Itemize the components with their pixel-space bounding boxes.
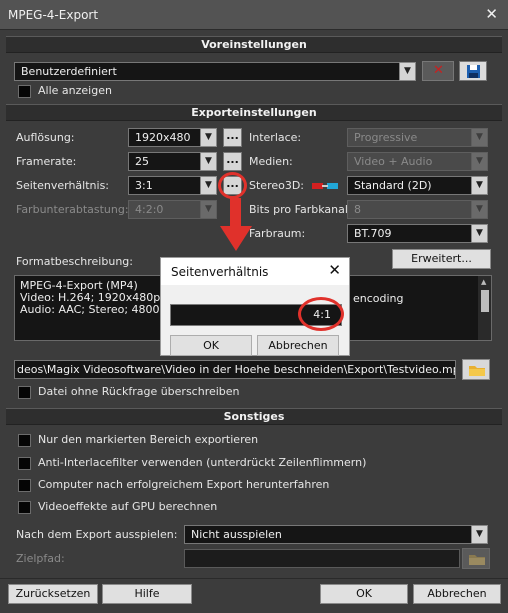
stereo3d-label: Stereo3D: [249,179,305,192]
divider [0,578,508,579]
target-browse-button[interactable] [462,548,490,569]
scrollbar[interactable]: ▲ [478,276,491,340]
annotation-circle [298,297,344,331]
after-export-select[interactable]: Nicht ausspielen [184,525,472,544]
export-selection-checkbox[interactable] [18,434,31,447]
output-path-field[interactable]: deos\Magix Videosoftware\Video in der Ho… [14,360,456,379]
colorspace-label: Farbraum: [249,227,306,240]
chevron-down-icon[interactable]: ▼ [471,200,488,219]
annotation-circle [218,172,247,199]
preset-select[interactable]: Benutzerdefiniert [14,62,400,81]
arrow-down-icon [220,226,252,251]
bitdepth-select[interactable]: 8 [347,200,472,219]
resolution-label: Auflösung: [16,131,75,144]
chevron-down-icon[interactable]: ▼ [471,224,488,243]
chroma-label: Farbunterabtastung: [16,203,129,216]
chevron-down-icon[interactable]: ▼ [200,176,217,195]
interlace-select[interactable]: Progressive [347,128,472,147]
framerate-label: Framerate: [16,155,77,168]
shutdown-checkbox[interactable] [18,479,31,492]
save-icon [467,65,480,78]
framerate-more-button[interactable]: ... [223,152,242,171]
advanced-button[interactable]: Erweitert... [392,249,491,269]
chevron-down-icon[interactable]: ▼ [200,152,217,171]
section-misc: Sonstiges [6,408,502,425]
framerate-select[interactable]: 25 [128,152,201,171]
delete-icon: ✕ [433,63,444,78]
show-all-label: Alle anzeigen [38,84,112,97]
title-bar: MPEG-4-Export ✕ [0,0,508,30]
section-export: Exporteinstellungen [6,104,502,121]
anti-interlace-checkbox[interactable] [18,457,31,470]
scrollbar-thumb[interactable] [481,290,489,312]
media-label: Medien: [249,155,293,168]
stereo3d-select[interactable]: Standard (2D) [347,176,472,195]
target-path-field[interactable] [184,549,460,568]
format-description-label: Formatbeschreibung: [16,255,133,268]
after-export-label: Nach dem Export ausspielen: [16,528,178,541]
dialog-ok-button[interactable]: OK [170,335,252,356]
aspect-label: Seitenverhältnis: [16,179,110,192]
section-presets: Voreinstellungen [6,36,502,53]
save-preset-button[interactable] [459,61,487,81]
chevron-down-icon[interactable]: ▼ [200,200,217,219]
format-line-fragment: encoding [353,292,404,305]
folder-icon [469,555,485,565]
colorspace-select[interactable]: BT.709 [347,224,472,243]
show-all-checkbox[interactable] [18,85,31,98]
reset-button[interactable]: Zurücksetzen [8,584,98,604]
bitdepth-label: Bits pro Farbkanal: [249,203,352,216]
dialog-cancel-button[interactable]: Abbrechen [257,335,339,356]
media-select[interactable]: Video + Audio [347,152,472,171]
dialog-title: Seitenverhältnis [161,258,349,285]
delete-preset-button[interactable]: ✕ [422,61,454,81]
resolution-more-button[interactable]: ... [223,128,242,147]
chevron-down-icon[interactable]: ▼ [471,176,488,195]
close-icon[interactable]: ✕ [485,5,498,23]
window-title: MPEG-4-Export [8,8,99,22]
gpu-effects-label: Videoeffekte auf GPU berechnen [38,500,218,513]
interlace-label: Interlace: [249,131,302,144]
overwrite-checkbox[interactable] [18,386,31,399]
cancel-button[interactable]: Abbrechen [413,584,501,604]
annotation-arrow-shaft [230,198,241,228]
ok-button[interactable]: OK [320,584,408,604]
chevron-down-icon[interactable]: ▼ [399,62,416,81]
browse-button[interactable] [462,359,490,380]
chevron-down-icon[interactable]: ▼ [471,152,488,171]
anti-interlace-label: Anti-Interlacefilter verwenden (unterdrü… [38,456,367,469]
gpu-effects-checkbox[interactable] [18,501,31,514]
folder-icon [469,366,485,376]
format-line: Audio: AAC; Stereo; 48000 H [20,303,179,316]
chroma-select[interactable]: 4:2:0 [128,200,201,219]
target-path-label: Zielpfad: [16,552,65,565]
chevron-down-icon[interactable]: ▼ [471,128,488,147]
scroll-up-icon[interactable]: ▲ [481,278,486,286]
aspect-ratio-dialog: Seitenverhältnis ✕ 4:1 OK Abbrechen [160,257,350,356]
3d-glasses-icon [312,183,338,189]
chevron-down-icon[interactable]: ▼ [200,128,217,147]
resolution-select[interactable]: 1920x480 [128,128,201,147]
overwrite-label: Datei ohne Rückfrage überschreiben [38,385,240,398]
dialog-close-icon[interactable]: ✕ [328,261,341,279]
chevron-down-icon[interactable]: ▼ [471,525,488,544]
shutdown-label: Computer nach erfolgreichem Export herun… [38,478,330,491]
export-selection-label: Nur den markierten Bereich exportieren [38,433,259,446]
aspect-select[interactable]: 3:1 [128,176,201,195]
help-button[interactable]: Hilfe [102,584,192,604]
